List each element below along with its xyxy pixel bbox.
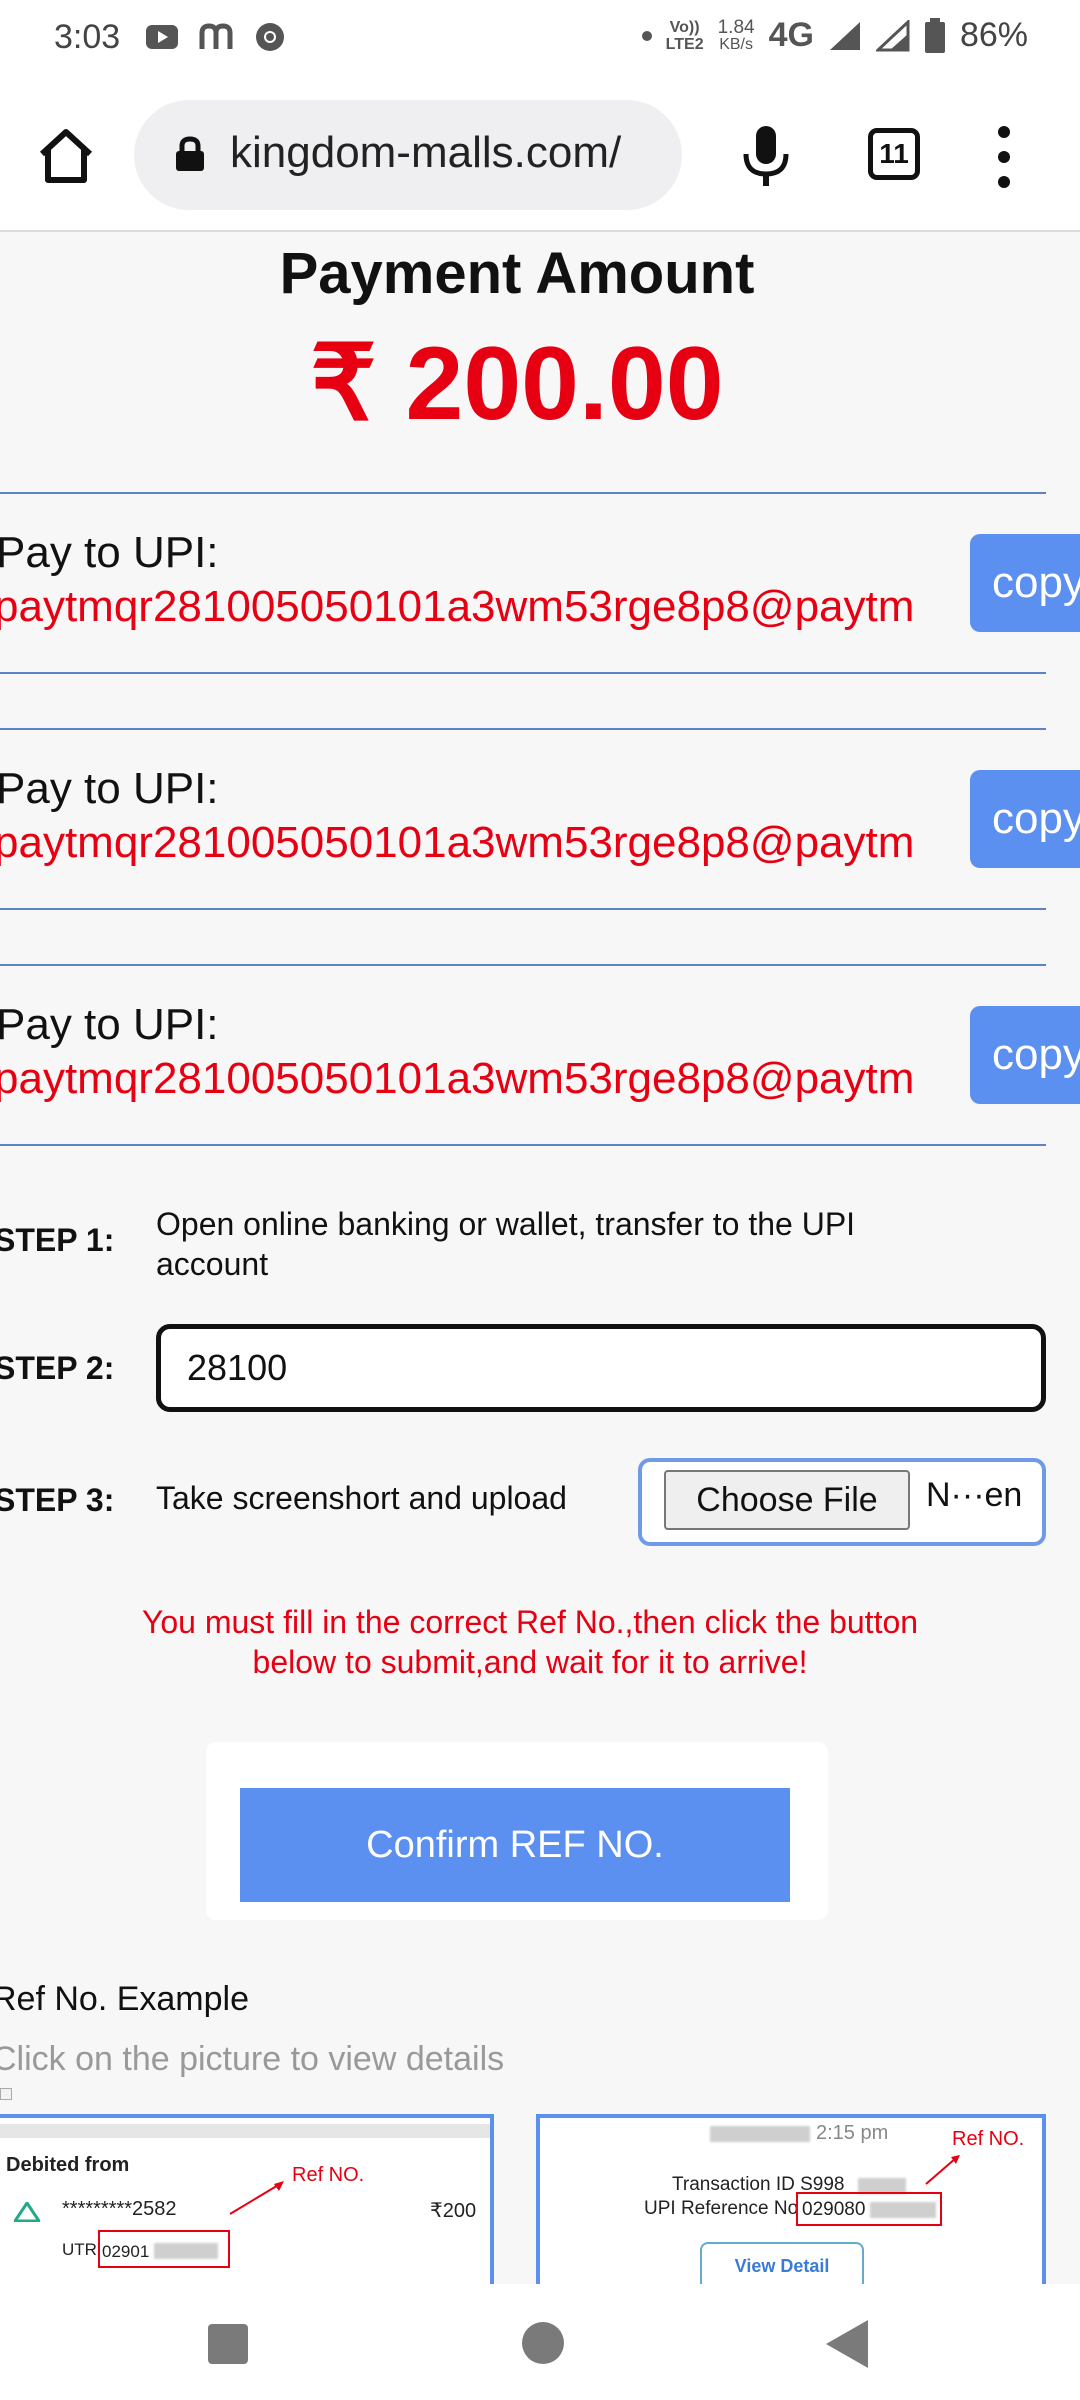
arrow-icon	[229, 2181, 284, 2215]
browser-toolbar: kingdom-malls.com/ 11	[0, 80, 1080, 232]
youtube-icon	[145, 20, 179, 54]
lock-icon	[176, 136, 204, 171]
battery-icon	[924, 17, 945, 53]
recents-icon[interactable]	[208, 2324, 248, 2364]
arrow-icon	[925, 2155, 960, 2185]
copy-button[interactable]: copy	[970, 770, 1080, 868]
image-placeholder-icon	[0, 2088, 12, 2100]
upi-label: Pay to UPI:	[0, 764, 219, 813]
url-text: kingdom-malls.com/	[230, 128, 622, 177]
upi-block: Pay to UPI: paytmqr281005050101a3wm53rge…	[0, 492, 1046, 674]
utr-value: 02901	[102, 2242, 150, 2261]
payment-amount: ₹ 200.00	[310, 326, 724, 442]
account-number: *********2582	[62, 2198, 177, 2220]
ref-example-title: Ref No. Example	[0, 1980, 249, 2018]
step1-label: STEP 1:	[0, 1222, 115, 1258]
tab-switcher-button[interactable]: 11	[868, 128, 920, 180]
confirm-panel: Confirm REF NO.	[206, 1742, 828, 1920]
net-speed: 1.84 KB/s	[717, 16, 755, 53]
notification-dot-icon	[641, 30, 652, 41]
ref-example-image-2[interactable]: 2:15 pm Ref NO. Transaction ID S998 UPI …	[536, 2114, 1046, 2284]
step2-label: STEP 2:	[0, 1350, 115, 1386]
volte-indicator: Vo)) LTE2	[665, 18, 704, 53]
choose-file-button[interactable]: Choose File	[664, 1470, 910, 1530]
copy-button[interactable]: copy	[970, 1006, 1080, 1104]
upi-label: Pay to UPI:	[0, 1000, 219, 1049]
image-header-bar	[0, 2124, 490, 2138]
warning-message: You must fill in the correct Ref No.,the…	[141, 1604, 919, 1680]
step3-text: Take screenshort and upload	[156, 1480, 567, 1516]
m-app-icon	[199, 20, 233, 54]
confirm-ref-button[interactable]: Confirm REF NO.	[240, 1788, 790, 1902]
transaction-time: 2:15 pm	[816, 2122, 889, 2144]
signal-icon	[829, 21, 860, 50]
ref-example-image-1[interactable]: Debited from *********2582 ₹200 UTR 0290…	[0, 2114, 494, 2284]
home-nav-icon[interactable]	[522, 2322, 564, 2364]
signal-icon	[875, 19, 910, 51]
upi-block: Pay to UPI: paytmqr281005050101a3wm53rge…	[0, 728, 1046, 910]
upi-reference-label: UPI Reference No	[644, 2198, 799, 2219]
debited-from-label: Debited from	[6, 2154, 130, 2176]
ref-no-label: Ref NO.	[292, 2164, 365, 2186]
page-content: Payment Amount ₹ 200.00 Pay to UPI: payt…	[0, 234, 1080, 2284]
notification-icons	[145, 20, 287, 54]
utr-highlight-box: 02901	[98, 2230, 230, 2268]
address-bar[interactable]: kingdom-malls.com/	[134, 100, 682, 210]
chrome-icon	[253, 20, 287, 54]
upi-label: Pay to UPI:	[0, 528, 219, 577]
system-nav-bar	[0, 2284, 1080, 2400]
step3-label: STEP 3:	[0, 1482, 115, 1518]
payment-title: Payment Amount	[279, 241, 755, 306]
upi-block: Pay to UPI: paytmqr281005050101a3wm53rge…	[0, 964, 1046, 1146]
ref-no-input[interactable]: 28100	[156, 1324, 1046, 1412]
file-status: N···en	[926, 1476, 1023, 1514]
more-menu-icon[interactable]	[994, 124, 1014, 190]
step1-text: Open online banking or wallet, transfer …	[156, 1206, 856, 1282]
debit-amount: ₹200	[430, 2200, 477, 2222]
utr-label: UTR	[62, 2240, 97, 2259]
copy-button[interactable]: copy	[970, 534, 1080, 632]
upi-reference-value: 029080	[802, 2199, 866, 2220]
status-time: 3:03	[54, 18, 121, 56]
ref-example-hint: Click on the picture to view details	[0, 2040, 505, 2078]
microphone-icon[interactable]	[740, 124, 792, 188]
ref-no-label: Ref NO.	[952, 2128, 1025, 2150]
file-upload-input[interactable]: Choose File N···en	[638, 1458, 1046, 1546]
status-bar: 3:03 Vo)) LTE2 1.84 KB/s 4G 86%	[0, 0, 1080, 80]
upi-value: paytmqr281005050101a3wm53rge8p8@paytm	[0, 582, 915, 631]
view-detail-button: View Detail	[700, 2242, 864, 2284]
bank-logo-icon	[14, 2202, 40, 2222]
home-icon[interactable]	[36, 126, 96, 186]
upi-value: paytmqr281005050101a3wm53rge8p8@paytm	[0, 818, 915, 867]
back-icon[interactable]	[826, 2320, 868, 2368]
upi-ref-highlight-box: 029080	[796, 2192, 942, 2226]
battery-percent: 86%	[959, 16, 1028, 54]
upi-value: paytmqr281005050101a3wm53rge8p8@paytm	[0, 1054, 915, 1103]
system-indicators: Vo)) LTE2 1.84 KB/s 4G 86%	[641, 16, 1028, 55]
network-type: 4G	[768, 16, 814, 54]
